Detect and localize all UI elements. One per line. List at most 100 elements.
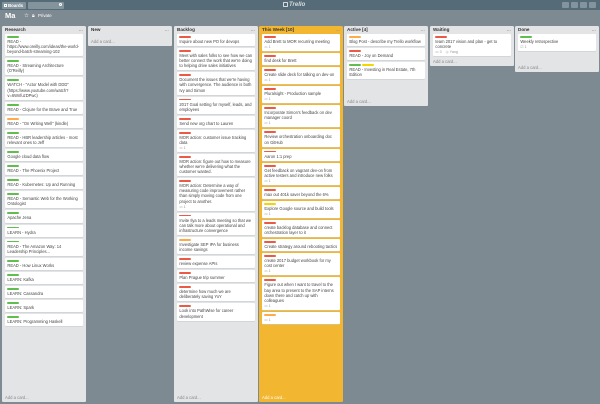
card[interactable]: team 2017 vision and plan - get to concr…	[433, 34, 511, 57]
add-icon[interactable]	[562, 2, 569, 8]
card[interactable]: READ - The Amazon Way: 14 Leadership Pri…	[5, 238, 83, 256]
card[interactable]: READ - https://www.oreilly.com/ideas/the…	[5, 34, 83, 57]
avatar[interactable]	[589, 2, 596, 8]
card[interactable]: Look into PathWise for career developmen…	[177, 303, 255, 321]
card[interactable]: READ - The Phoenix Project	[5, 163, 83, 176]
card[interactable]: MOR action: Determine a way of measuring…	[177, 178, 255, 211]
board-title[interactable]: Ma	[5, 11, 15, 21]
add-card-button[interactable]: Add a card...	[259, 393, 343, 402]
card[interactable]: READ - Clojure for the Brave and True	[5, 101, 83, 114]
badge-count: 1	[268, 212, 271, 217]
card[interactable]: Blog Post - describe my Trello workflow	[347, 34, 425, 47]
add-card-button[interactable]: Add a card...	[2, 393, 86, 402]
card[interactable]: READ - "On Writing Well" (kindle)	[5, 115, 83, 128]
add-card-button[interactable]: Add a card...	[344, 97, 428, 106]
list-0: Research … READ - https://www.oreilly.com/…	[2, 26, 86, 402]
list-title[interactable]: Done…	[515, 26, 599, 34]
card[interactable]: determine how much we are deliberately s…	[177, 284, 255, 302]
card[interactable]: Create strategy around rebooting tactics	[262, 239, 340, 252]
search-input[interactable]	[28, 1, 64, 9]
card[interactable]: READ - Kubernetes: Up and Running	[5, 177, 83, 190]
card[interactable]: Inquire about new PO for devops	[177, 34, 255, 47]
list-title[interactable]: Research…	[2, 26, 86, 34]
card[interactable]: Meet with sales folks to see how we can …	[177, 48, 255, 71]
card[interactable]: WATCH - "Actor Model with DDD" (https://…	[5, 77, 83, 100]
card[interactable]: READ - Streaming Architecture (O'Reilly)	[5, 58, 83, 76]
card[interactable]: MOR action: customer issue tracking data…	[177, 129, 255, 153]
list-title[interactable]: New…	[88, 26, 172, 34]
add-card-button[interactable]: Add a card...	[430, 57, 514, 66]
card[interactable]: Document the issues that we're having wi…	[177, 72, 255, 95]
list-menu-icon[interactable]: …	[165, 26, 169, 34]
card[interactable]: READ - How Linux Works	[5, 257, 83, 270]
card[interactable]: READ - Joy on Demand	[347, 48, 425, 61]
label-red	[179, 258, 192, 260]
badge: ▭ 1	[264, 179, 270, 183]
card[interactable]: Add Brett to MOR recurring meeting ▭ 1	[262, 34, 340, 52]
card-title: create backlog database and connect orch…	[264, 225, 333, 236]
card[interactable]: create 2017 budget workbook for my cost …	[262, 253, 340, 276]
card[interactable]: Pluralsight - Production sample ▭ 1	[262, 86, 340, 104]
list-menu-icon[interactable]: …	[507, 26, 511, 34]
list-title[interactable]: Active [4]…	[344, 26, 428, 34]
card[interactable]: Get feedback on vagrant dev-on from acti…	[262, 162, 340, 185]
list-menu-icon[interactable]: …	[421, 26, 425, 34]
list-title[interactable]: This Week [10]…	[259, 26, 343, 34]
label-orange	[264, 313, 277, 316]
card[interactable]: Aaron 1:1 prep	[262, 148, 340, 161]
card[interactable]: READ - Investing in Real Estate, 7th Edi…	[347, 62, 425, 80]
card-title: READ - HBR leadership articles - most re…	[7, 134, 78, 145]
card[interactable]: LEARN: Cassandra	[5, 285, 83, 298]
card[interactable]: find desk for Brett	[262, 53, 340, 66]
add-card-button[interactable]: Add a card...	[174, 393, 258, 402]
card-title: determine how much we are deliberately s…	[179, 289, 231, 300]
list-title[interactable]: Waiting…	[430, 26, 514, 34]
card[interactable]: Review orchestration onboarding doc on G…	[262, 129, 340, 147]
card[interactable]: Invite Ilya to a leads meeting so that w…	[177, 212, 255, 235]
add-card-button[interactable]: Add a card...	[515, 63, 599, 72]
card[interactable]: LEARN: Kafka	[5, 271, 83, 284]
card-badges: ▭ 1	[264, 45, 337, 49]
list-menu-icon[interactable]: …	[592, 26, 596, 34]
label-green	[7, 193, 20, 196]
card[interactable]: review expense APIs	[177, 256, 255, 269]
card[interactable]: READ - HBR leadership articles - most re…	[5, 129, 83, 148]
card[interactable]: Create slide deck for talking on dev-on ▭…	[262, 67, 340, 85]
card[interactable]: LEARN - Hydra	[5, 224, 83, 237]
card[interactable]: LEARN: Programming Haskell	[5, 314, 83, 327]
card[interactable]: READ - Semantic Web for the Working Onto…	[5, 191, 83, 209]
card[interactable]: create backlog database and connect orch…	[262, 220, 340, 238]
list-menu-icon[interactable]: …	[79, 26, 83, 34]
card[interactable]: max out 401k saver beyond the 6%	[262, 186, 340, 199]
badge: ▭ 1	[179, 205, 185, 209]
card[interactable]: Apache Jena	[5, 210, 83, 223]
list-menu-icon[interactable]: …	[336, 26, 340, 34]
info-icon[interactable]	[571, 2, 578, 8]
boards-button[interactable]: Boards	[2, 1, 26, 9]
comment-icon: ▭	[264, 78, 268, 83]
notifications-icon[interactable]	[580, 2, 587, 8]
card[interactable]: Google cloud data flow	[5, 149, 83, 162]
card[interactable]: Incorporate Simon's feedback on dev mana…	[262, 105, 340, 128]
card[interactable]: ▭ 1	[262, 311, 340, 324]
board-visibility[interactable]: Private	[38, 12, 52, 20]
card-title: Weekly retrospective	[520, 38, 559, 44]
card[interactable]: Send new org chart to Lauren	[177, 115, 255, 128]
card-title: Plan Prague trip summer	[179, 275, 225, 281]
card[interactable]: Explore Google source and build tools ▭ 1	[262, 200, 340, 219]
card[interactable]: MOR action: figure out how to measure wh…	[177, 154, 255, 177]
card[interactable]: 2017 Goal setting for myself, leads, and…	[177, 96, 255, 114]
list-3: This Week [10]… Add Brett to MOR recurrin…	[259, 26, 343, 402]
add-card-button[interactable]: Add a card...	[88, 37, 172, 46]
card[interactable]: Figure out when I want to travel to the …	[262, 277, 340, 310]
label-red	[179, 180, 192, 183]
card[interactable]: Investigate SEP IPA for business income …	[177, 236, 255, 255]
star-icon[interactable]: ☆	[24, 12, 29, 20]
trello-logo[interactable]: Trello	[283, 0, 305, 10]
card[interactable]: LEARN: Spark	[5, 300, 83, 313]
card[interactable]: Plan Prague trip summer	[177, 270, 255, 283]
list-menu-icon[interactable]: …	[251, 26, 255, 34]
list-title[interactable]: Backlog…	[174, 26, 258, 34]
card[interactable]: Weekly retrospective ☑ 1	[518, 34, 596, 52]
card-title: READ - How Linux Works	[7, 262, 55, 268]
